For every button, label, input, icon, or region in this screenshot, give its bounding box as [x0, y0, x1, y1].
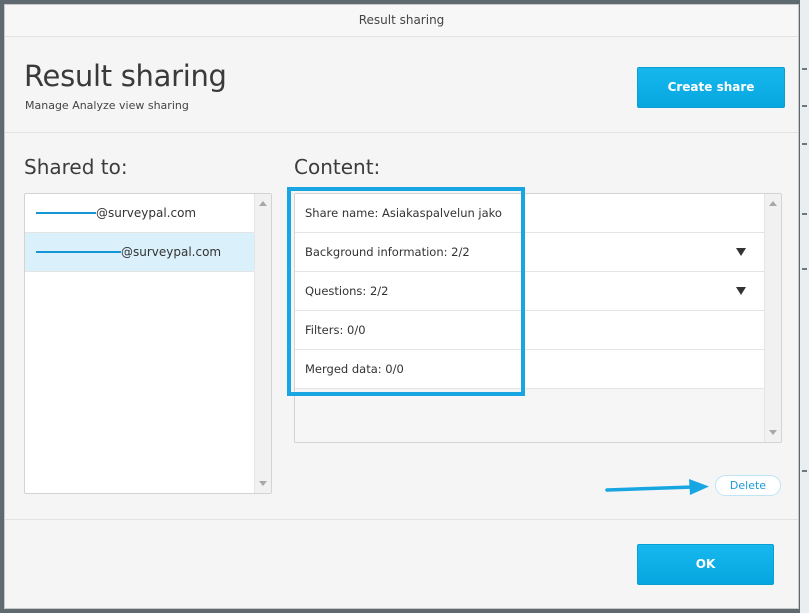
result-sharing-dialog: Result sharing Result sharing Manage Ana…	[4, 4, 799, 609]
content-row-background-information[interactable]: Background information: 2/2	[295, 233, 764, 272]
content-row-merged-data: Merged data: 0/0	[295, 350, 764, 389]
content-label: Content:	[294, 155, 381, 179]
content-row-questions[interactable]: Questions: 2/2	[295, 272, 764, 311]
dialog-header: Result sharing Manage Analyze view shari…	[5, 37, 798, 133]
page-title: Result sharing	[24, 59, 227, 93]
shared-to-list: @surveypal.com @surveypal.com	[24, 193, 272, 494]
content-row-label: Background information: 2/2	[305, 245, 470, 259]
scroll-up-icon[interactable]	[259, 201, 267, 206]
content-row-label: Merged data: 0/0	[305, 362, 404, 376]
redaction-mark	[36, 211, 96, 214]
content-row-share-name: Share name: Asiakaspalvelun jako	[295, 194, 764, 233]
redaction-mark	[36, 250, 121, 253]
shared-list-item[interactable]: @surveypal.com	[25, 194, 254, 233]
content-row-label: Filters: 0/0	[305, 323, 366, 337]
content-panel: Share name: Asiakaspalvelun jako Backgro…	[294, 193, 782, 443]
scroll-down-icon[interactable]	[769, 430, 777, 435]
delete-button[interactable]: Delete	[715, 475, 781, 496]
ok-button[interactable]: OK	[637, 544, 774, 585]
content-scrollbar[interactable]	[764, 194, 781, 442]
scroll-down-icon[interactable]	[259, 481, 267, 486]
dropdown-caret-icon[interactable]	[736, 287, 746, 295]
shared-email: @surveypal.com	[121, 245, 222, 259]
page-subtitle: Manage Analyze view sharing	[25, 99, 189, 112]
footer-divider	[5, 519, 798, 520]
window-title: Result sharing	[5, 5, 798, 37]
shared-to-label: Shared to:	[24, 155, 128, 179]
content-row-label: Share name: Asiakaspalvelun jako	[305, 206, 502, 220]
content-row-label: Questions: 2/2	[305, 284, 389, 298]
shared-list-item-selected[interactable]: @surveypal.com	[25, 233, 254, 272]
create-share-button[interactable]: Create share	[637, 67, 785, 108]
scroll-up-icon[interactable]	[769, 201, 777, 206]
background-strip	[800, 0, 809, 613]
shared-email: @surveypal.com	[96, 206, 197, 220]
shared-list-scrollbar[interactable]	[254, 194, 271, 493]
dropdown-caret-icon[interactable]	[736, 248, 746, 256]
annotation-arrow-icon	[605, 479, 709, 495]
content-row-filters: Filters: 0/0	[295, 311, 764, 350]
